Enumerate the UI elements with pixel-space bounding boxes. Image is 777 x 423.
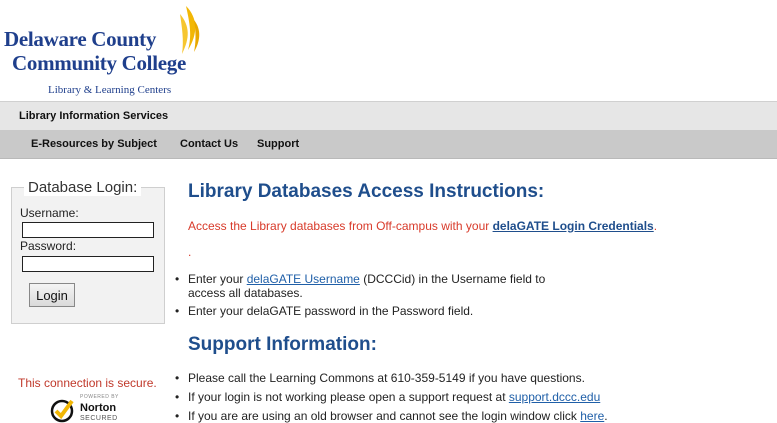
college-logo[interactable]: Delaware County Community College Librar…: [4, 4, 224, 96]
norton-secured: SECURED: [80, 415, 118, 422]
instruction-1-pre: Enter your: [188, 272, 247, 286]
instructions-list: Enter your delaGATE Username (DCCCid) in…: [174, 272, 545, 318]
support-link[interactable]: support.dccc.edu: [509, 390, 600, 404]
logo-line-3: Library & Learning Centers: [48, 84, 172, 96]
intro-text-body: Access the Library databases from Off-ca…: [188, 219, 493, 233]
password-input[interactable]: [22, 256, 154, 272]
list-item: If your login is not working please open…: [174, 390, 608, 404]
support-3-post: .: [604, 409, 608, 423]
site-title-bar: Library Information Services: [0, 101, 777, 130]
nav-item-e-resources[interactable]: E-Resources by Subject: [31, 138, 157, 150]
support-3-pre: If you are are using an old browser and …: [188, 409, 581, 423]
list-item: Enter your delaGATE password in the Pass…: [174, 304, 545, 318]
norton-name: Norton: [80, 402, 117, 414]
here-link[interactable]: here: [580, 409, 604, 423]
login-legend: Database Login:: [24, 179, 142, 196]
secure-connection-text: This connection is secure.: [18, 376, 157, 390]
norton-secured-seal[interactable]: POWERED BY Norton SECURED: [50, 394, 122, 423]
login-form: Database Login: Username: Password: Logi…: [11, 179, 165, 324]
support-title: Support Information:: [188, 334, 377, 355]
delagate-credentials-link[interactable]: delaGATE Login Credentials: [493, 219, 654, 233]
support-1: Please call the Learning Commons at 610-…: [188, 371, 585, 385]
delagate-username-link[interactable]: delaGATE Username: [247, 272, 360, 286]
nav-bar: E-Resources by Subject Contact Us Suppor…: [0, 130, 777, 159]
logo-line-2: Community College: [12, 51, 186, 75]
site-title[interactable]: Library Information Services: [19, 110, 168, 122]
list-item: Enter your delaGATE Username (DCCCid) in…: [174, 272, 545, 300]
instruction-1-post: (DCCCid) in the Username field to: [359, 272, 546, 286]
username-input[interactable]: [22, 222, 154, 238]
nav-item-contact-us[interactable]: Contact Us: [180, 138, 238, 150]
instruction-2: Enter your delaGATE password in the Pass…: [188, 304, 474, 318]
norton-checkmark-icon: [50, 399, 74, 423]
support-2-pre: If your login is not working please open…: [188, 390, 509, 404]
instruction-1-line2: access all databases.: [188, 286, 303, 300]
login-button[interactable]: Login: [29, 283, 75, 307]
list-item: If you are are using an old browser and …: [174, 409, 608, 423]
intro-text-end: .: [653, 219, 658, 233]
password-label: Password:: [20, 239, 77, 253]
flame-icon: [180, 6, 200, 54]
separator-dot: .: [188, 245, 192, 259]
intro-text: Access the Library databases from Off-ca…: [188, 219, 657, 233]
username-label: Username:: [20, 206, 79, 220]
norton-powered-by: POWERED BY: [80, 394, 119, 400]
nav-item-support[interactable]: Support: [257, 138, 299, 150]
logo-line-1: Delaware County: [4, 27, 157, 51]
page-title: Library Databases Access Instructions:: [188, 181, 545, 202]
list-item: Please call the Learning Commons at 610-…: [174, 371, 608, 385]
support-list: Please call the Learning Commons at 610-…: [174, 371, 608, 423]
